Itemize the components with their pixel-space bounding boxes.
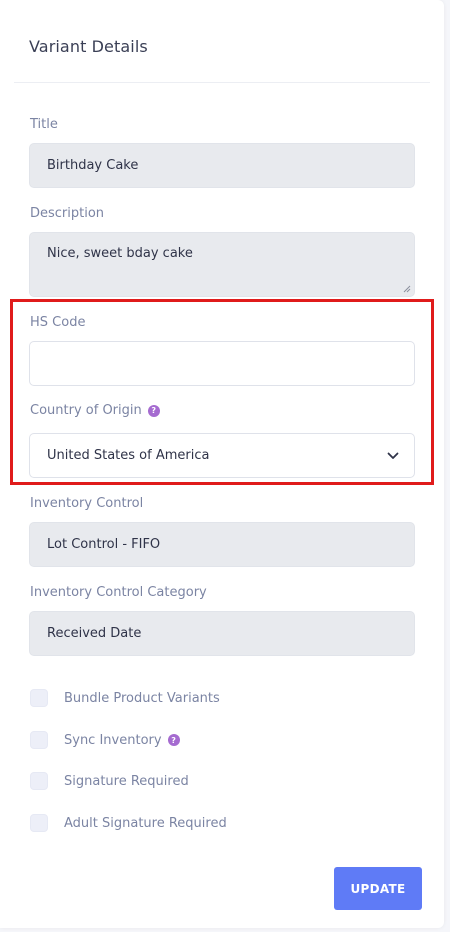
sync-inventory-label: Sync Inventory (64, 732, 162, 748)
question-mark-icon[interactable]: ? (167, 734, 180, 746)
hs-code-input[interactable] (29, 341, 415, 386)
sync-inventory-checkbox[interactable] (30, 731, 48, 749)
resize-grip-icon (403, 285, 411, 293)
description-value: Nice, sweet bday cake (47, 246, 193, 261)
inventory-control-category-label: Inventory Control Category (30, 585, 207, 600)
card-title: Variant Details (29, 37, 148, 56)
signature-required-checkbox[interactable] (30, 772, 48, 790)
country-of-origin-select[interactable]: United States of America (29, 433, 415, 478)
title-label: Title (30, 117, 58, 132)
variant-details-card: Variant Details Title Birthday Cake Desc… (0, 0, 444, 928)
inventory-control-value: Lot Control - FIFO (47, 537, 161, 552)
country-of-origin-label: Country of Origin? (30, 403, 160, 418)
bundle-product-variants-label: Bundle Product Variants (64, 690, 220, 706)
header-divider (14, 82, 430, 83)
adult-signature-required-row[interactable]: Adult Signature Required (30, 814, 227, 832)
question-mark-icon[interactable]: ? (147, 404, 160, 417)
signature-required-row[interactable]: Signature Required (30, 772, 189, 790)
description-label: Description (30, 206, 105, 221)
bundle-product-variants-row[interactable]: Bundle Product Variants (30, 689, 220, 707)
title-field: Birthday Cake (29, 143, 415, 188)
sync-inventory-row[interactable]: Sync Inventory? (30, 731, 180, 749)
bundle-product-variants-checkbox[interactable] (30, 689, 48, 707)
inventory-control-category-value: Received Date (47, 626, 142, 641)
inventory-control-label: Inventory Control (30, 496, 144, 511)
title-value: Birthday Cake (47, 158, 139, 173)
adult-signature-required-checkbox[interactable] (30, 814, 48, 832)
inventory-control-field: Lot Control - FIFO (29, 522, 415, 567)
chevron-down-icon (387, 452, 399, 459)
hs-code-label: HS Code (30, 315, 86, 330)
signature-required-label: Signature Required (64, 773, 189, 789)
inventory-control-category-field: Received Date (29, 611, 415, 656)
country-of-origin-label-text: Country of Origin (30, 403, 142, 418)
adult-signature-required-label: Adult Signature Required (64, 815, 227, 831)
country-of-origin-value: United States of America (47, 448, 210, 463)
description-field: Nice, sweet bday cake (29, 232, 415, 297)
update-button[interactable]: UPDATE (334, 867, 422, 910)
